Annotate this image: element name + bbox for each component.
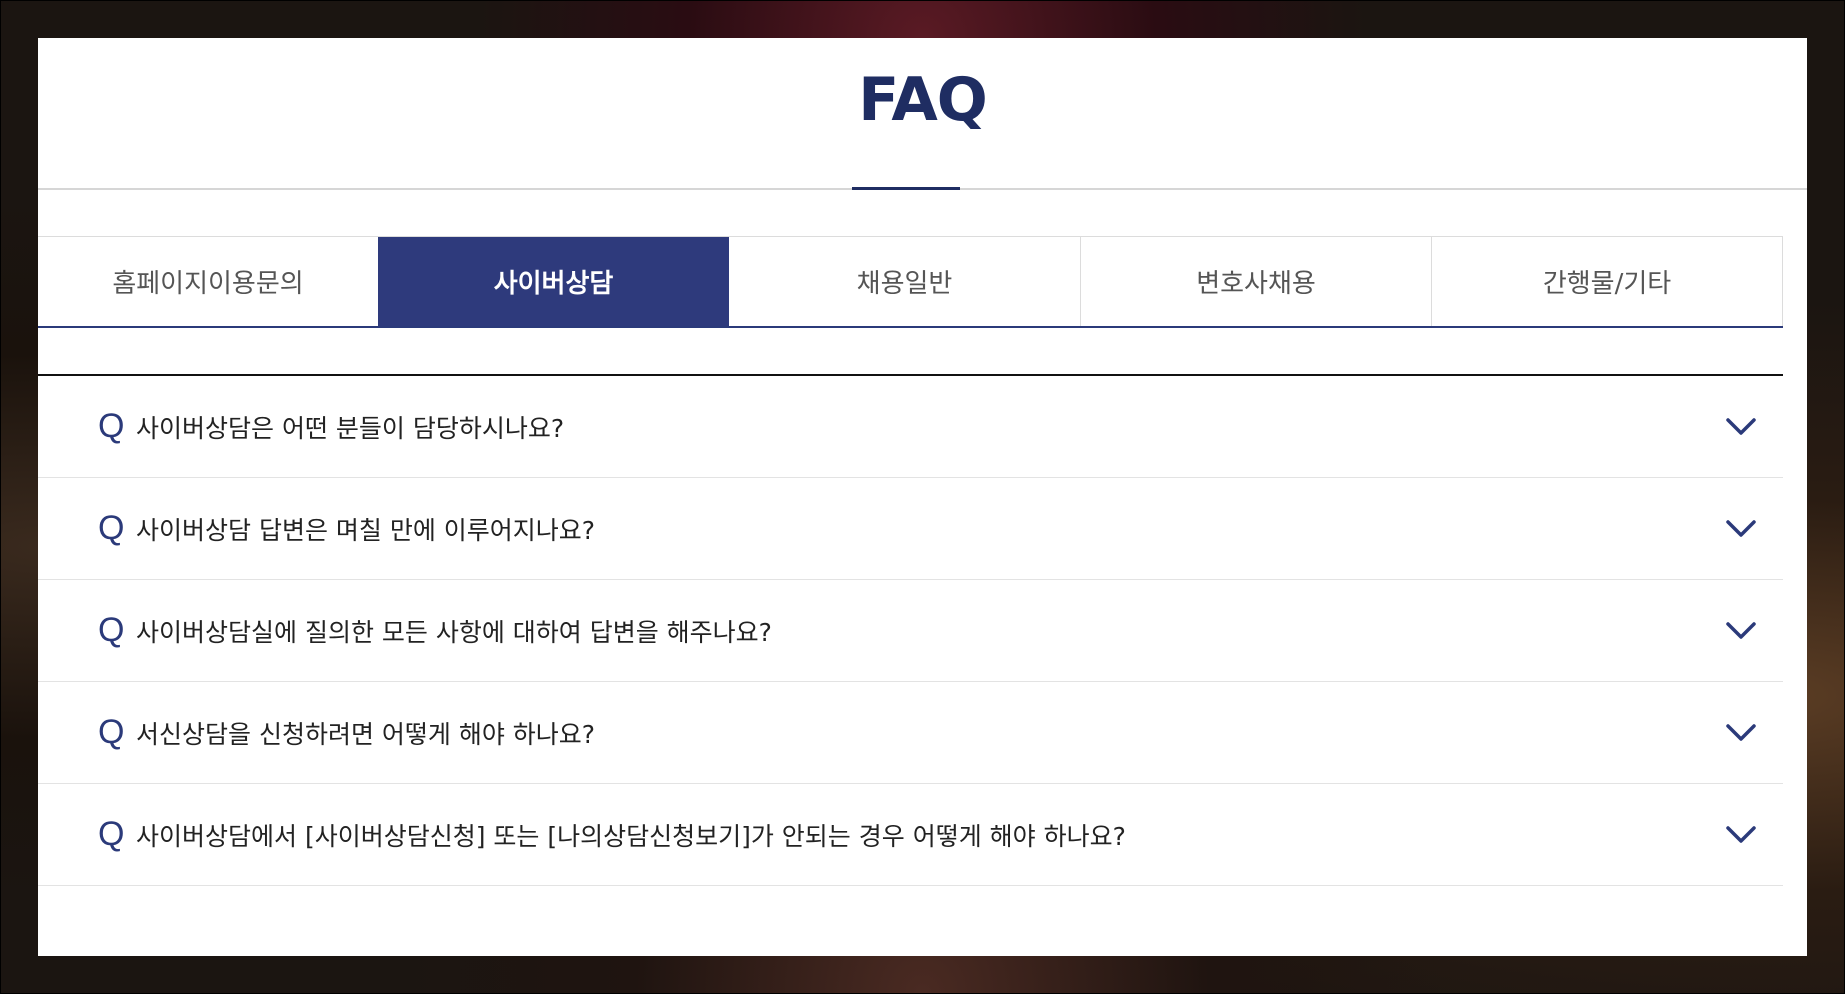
question-text: 사이버상담은 어떤 분들이 담당하시나요?	[136, 413, 565, 443]
category-tabs: 홈페이지이용문의 사이버상담 채용일반 변호사채용 간행물/기타	[38, 236, 1783, 328]
tab-label: 홈페이지이용문의	[112, 269, 304, 299]
faq-item[interactable]: Q 사이버상담은 어떤 분들이 담당하시나요?	[38, 376, 1783, 478]
tab-general-recruitment[interactable]: 채용일반	[729, 237, 1080, 326]
tab-cyber-consultation[interactable]: 사이버상담	[378, 237, 729, 326]
chevron-down-icon[interactable]	[1725, 825, 1757, 845]
tab-label: 간행물/기타	[1542, 269, 1672, 299]
question-marker: Q	[98, 611, 125, 649]
chevron-down-icon[interactable]	[1725, 723, 1757, 743]
faq-list: Q 사이버상담은 어떤 분들이 담당하시나요? Q 사이버상담 답변은 며칠 만…	[38, 374, 1783, 886]
question-marker: Q	[98, 509, 125, 547]
chevron-down-icon[interactable]	[1725, 621, 1757, 641]
question-text: 사이버상담 답변은 며칠 만에 이루어지나요?	[136, 515, 596, 545]
tab-lawyer-recruitment[interactable]: 변호사채용	[1080, 237, 1431, 326]
tab-label: 사이버상담	[493, 269, 614, 299]
question-marker: Q	[98, 713, 125, 751]
faq-panel: FAQ 홈페이지이용문의 사이버상담 채용일반 변호사채용 간행물/기타 Q 사…	[38, 38, 1807, 956]
chevron-down-icon[interactable]	[1725, 519, 1757, 539]
tab-label: 채용일반	[856, 269, 953, 299]
faq-item[interactable]: Q 사이버상담 답변은 며칠 만에 이루어지나요?	[38, 478, 1783, 580]
faq-item[interactable]: Q 사이버상담에서 [사이버상담신청] 또는 [나의상담신청보기]가 안되는 경…	[38, 784, 1783, 886]
tab-label: 변호사채용	[1196, 269, 1316, 299]
faq-header: FAQ	[38, 38, 1807, 190]
faq-item[interactable]: Q 사이버상담실에 질의한 모든 사항에 대하여 답변을 해주나요?	[38, 580, 1783, 682]
title-underline	[852, 187, 960, 190]
tab-publications-etc[interactable]: 간행물/기타	[1431, 237, 1783, 326]
question-marker: Q	[98, 815, 125, 853]
tab-homepage-inquiry[interactable]: 홈페이지이용문의	[38, 237, 378, 326]
question-text: 서신상담을 신청하려면 어떻게 해야 하나요?	[136, 719, 596, 749]
question-marker: Q	[98, 407, 125, 445]
faq-item[interactable]: Q 서신상담을 신청하려면 어떻게 해야 하나요?	[38, 682, 1783, 784]
question-text: 사이버상담에서 [사이버상담신청] 또는 [나의상담신청보기]가 안되는 경우 …	[136, 821, 1126, 851]
chevron-down-icon[interactable]	[1725, 417, 1757, 437]
question-text: 사이버상담실에 질의한 모든 사항에 대하여 답변을 해주나요?	[136, 617, 772, 647]
page-title: FAQ	[858, 65, 988, 135]
